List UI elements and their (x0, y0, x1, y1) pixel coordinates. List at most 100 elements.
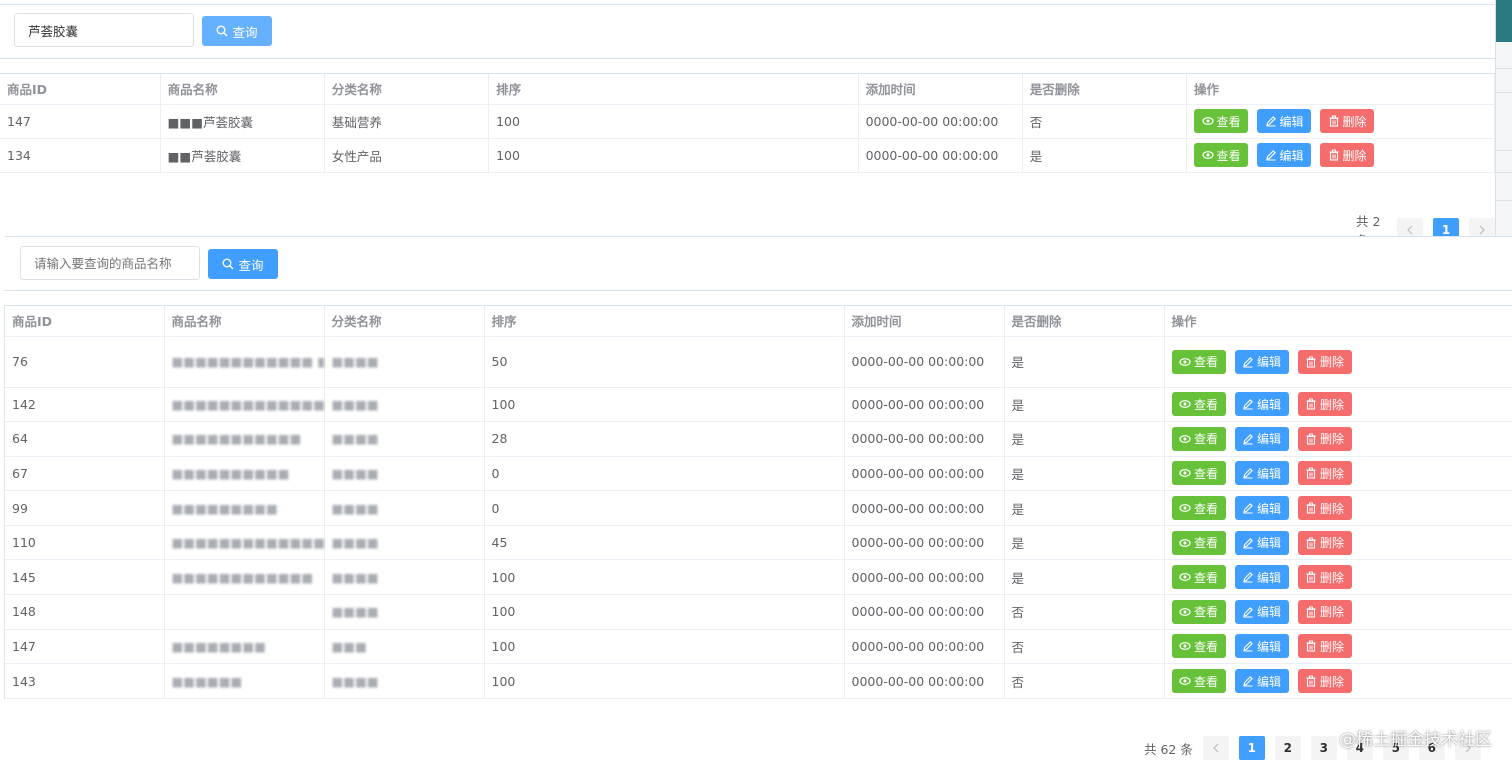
search-button[interactable]: 查询 (202, 16, 272, 46)
delete-button[interactable]: 删除 (1297, 599, 1352, 624)
delete-button[interactable]: 删除 (1297, 496, 1352, 521)
cell-id: 147 (0, 104, 161, 139)
view-button-label: 查看 (1193, 536, 1218, 551)
view-button-label: 查看 (1216, 148, 1241, 163)
delete-button-label: 删除 (1319, 674, 1344, 689)
edit-button[interactable]: 编辑 (1234, 530, 1289, 555)
edit-button-label: 编辑 (1279, 148, 1304, 163)
view-button[interactable]: 查看 (1171, 565, 1226, 590)
row-actions: 查看 编辑 删除 (1171, 496, 1512, 521)
cell-time: 0000-00-00 00:00:00 (844, 490, 1005, 526)
column-header: 商品名称 (160, 74, 325, 105)
eye-icon (1179, 504, 1191, 512)
search-icon (222, 258, 234, 270)
row-actions: 查看 编辑 删除 (1171, 599, 1512, 624)
cell-name: ■■■■■■ (164, 663, 325, 699)
search-input[interactable] (20, 246, 200, 280)
view-button[interactable]: 查看 (1194, 109, 1249, 133)
delete-button-label: 删除 (1319, 501, 1344, 516)
table-header-row: 商品ID 商品名称 分类名称 排序 添加时间 是否删除 操作 (5, 306, 1512, 337)
pencil-icon (1243, 356, 1253, 367)
delete-button[interactable]: 删除 (1297, 392, 1352, 417)
table-row: 142 ■■■■■■■■■■■■■ ■■■■ 100 0000-00-00 00:00:… (5, 387, 1512, 423)
cell-actions: 查看 编辑 删除 (1186, 138, 1495, 173)
view-button[interactable]: 查看 (1171, 392, 1226, 417)
cell-name: ■■■芦荟胶囊 (160, 104, 325, 139)
trash-icon (1306, 502, 1316, 514)
delete-button[interactable]: 删除 (1320, 143, 1375, 167)
edit-button[interactable]: 编辑 (1234, 565, 1289, 590)
eye-icon (1179, 607, 1191, 616)
table-row: 99 ■■■■■■■■■ ■■■■ 0 0000-00-00 00:00:00 是查看 编辑… (5, 490, 1512, 526)
search-input[interactable] (14, 13, 194, 47)
view-button[interactable]: 查看 (1171, 599, 1226, 624)
edit-button[interactable]: 编辑 (1234, 392, 1289, 417)
delete-button[interactable]: 删除 (1297, 426, 1352, 451)
row-actions: 查看 编辑 删除 (1171, 565, 1512, 590)
view-button[interactable]: 查看 (1171, 496, 1226, 521)
eye-icon (1201, 151, 1214, 159)
search-button-label: 查询 (238, 257, 264, 273)
edit-button[interactable]: 编辑 (1234, 496, 1289, 521)
cell-sort: 100 (484, 663, 845, 699)
view-button[interactable]: 查看 (1171, 461, 1226, 486)
edit-button[interactable]: 编辑 (1257, 143, 1312, 167)
edit-button[interactable]: 编辑 (1234, 669, 1289, 694)
edit-button[interactable]: 编辑 (1234, 426, 1289, 451)
table-row: 67 ■■■■■■■■■■ ■■■■ 0 0000-00-00 00:00:00 是查看编… (5, 456, 1512, 492)
view-button[interactable]: 查看 (1171, 669, 1226, 694)
edit-button[interactable]: 编辑 (1234, 634, 1289, 659)
delete-button-label: 删除 (1319, 605, 1344, 620)
cell-id: 64 (5, 421, 165, 457)
cell-deleted: 是 (1004, 421, 1165, 457)
delete-button-label: 删除 (1342, 114, 1367, 129)
delete-button[interactable]: 删除 (1297, 530, 1352, 555)
view-button[interactable]: 查看 (1171, 634, 1226, 659)
delete-button[interactable]: 删除 (1297, 349, 1352, 374)
cell-category: ■■■■ (324, 559, 485, 596)
view-button[interactable]: 查看 (1171, 530, 1226, 555)
delete-button[interactable]: 删除 (1297, 461, 1352, 486)
result-panel-filtered: 查询 商品ID商品名称分类名称排序添加时间是否删除操作147■■■芦荟胶囊基础营… (0, 0, 1496, 248)
edit-button[interactable]: 编辑 (1234, 461, 1289, 486)
view-button[interactable]: 查看 (1171, 426, 1226, 451)
delete-button[interactable]: 删除 (1297, 669, 1352, 694)
prev-page-button[interactable] (1202, 736, 1229, 760)
chevron-left-icon (1407, 225, 1413, 235)
page-number-button[interactable]: 1 (1238, 736, 1265, 760)
delete-button-label: 删除 (1319, 536, 1344, 551)
cell-sort: 100 (484, 594, 845, 630)
cell-actions: 查看 编辑 删除 (1186, 104, 1495, 139)
cell-name: ■■■■■■■■■■■■■ (164, 525, 325, 561)
page-number-button[interactable]: 3 (1310, 736, 1337, 760)
view-button[interactable]: 查看 (1194, 143, 1249, 167)
table-row: 145 ■■■■■■■■■■■■ ■■■■ 100 0000-00-00 00:00:0… (5, 559, 1512, 596)
cell-actions: 查看 编辑 删除 (1164, 525, 1512, 561)
row-actions: 查看 编辑 删除 (1171, 426, 1512, 451)
cell-time: 0000-00-00 00:00:00 (844, 629, 1005, 665)
cell-category: ■■■■ (324, 663, 485, 699)
edit-button-label: 编辑 (1256, 674, 1281, 689)
view-button-label: 查看 (1193, 432, 1218, 447)
eye-icon (1179, 573, 1191, 582)
page-number-button[interactable]: 2 (1274, 736, 1301, 760)
edit-button[interactable]: 编辑 (1257, 109, 1312, 133)
delete-button[interactable]: 删除 (1320, 109, 1375, 133)
column-header: 是否删除 (1004, 306, 1165, 337)
delete-button[interactable]: 删除 (1297, 634, 1352, 659)
search-button[interactable]: 查询 (208, 249, 278, 279)
row-actions: 查看 编辑 删除 (1171, 349, 1512, 374)
edit-button-label: 编辑 (1256, 536, 1281, 551)
view-button-label: 查看 (1193, 570, 1218, 585)
cell-name: ■■■■■■■■■■■■ ■■■■■ (164, 336, 325, 388)
delete-button[interactable]: 删除 (1297, 565, 1352, 590)
cell-sort: 100 (484, 629, 845, 665)
edit-button[interactable]: 编辑 (1234, 349, 1289, 374)
row-actions: 查看 编辑 删除 (1171, 669, 1512, 694)
edit-button[interactable]: 编辑 (1234, 599, 1289, 624)
cell-sort: 100 (484, 559, 845, 596)
cell-category: ■■■ (324, 629, 485, 665)
cell-deleted: 否 (1022, 104, 1188, 139)
view-button[interactable]: 查看 (1171, 349, 1226, 374)
table-row: 76■■■■■■■■■■■■ ■■■■■■■■■500000-00-00 00:… (5, 336, 1512, 388)
